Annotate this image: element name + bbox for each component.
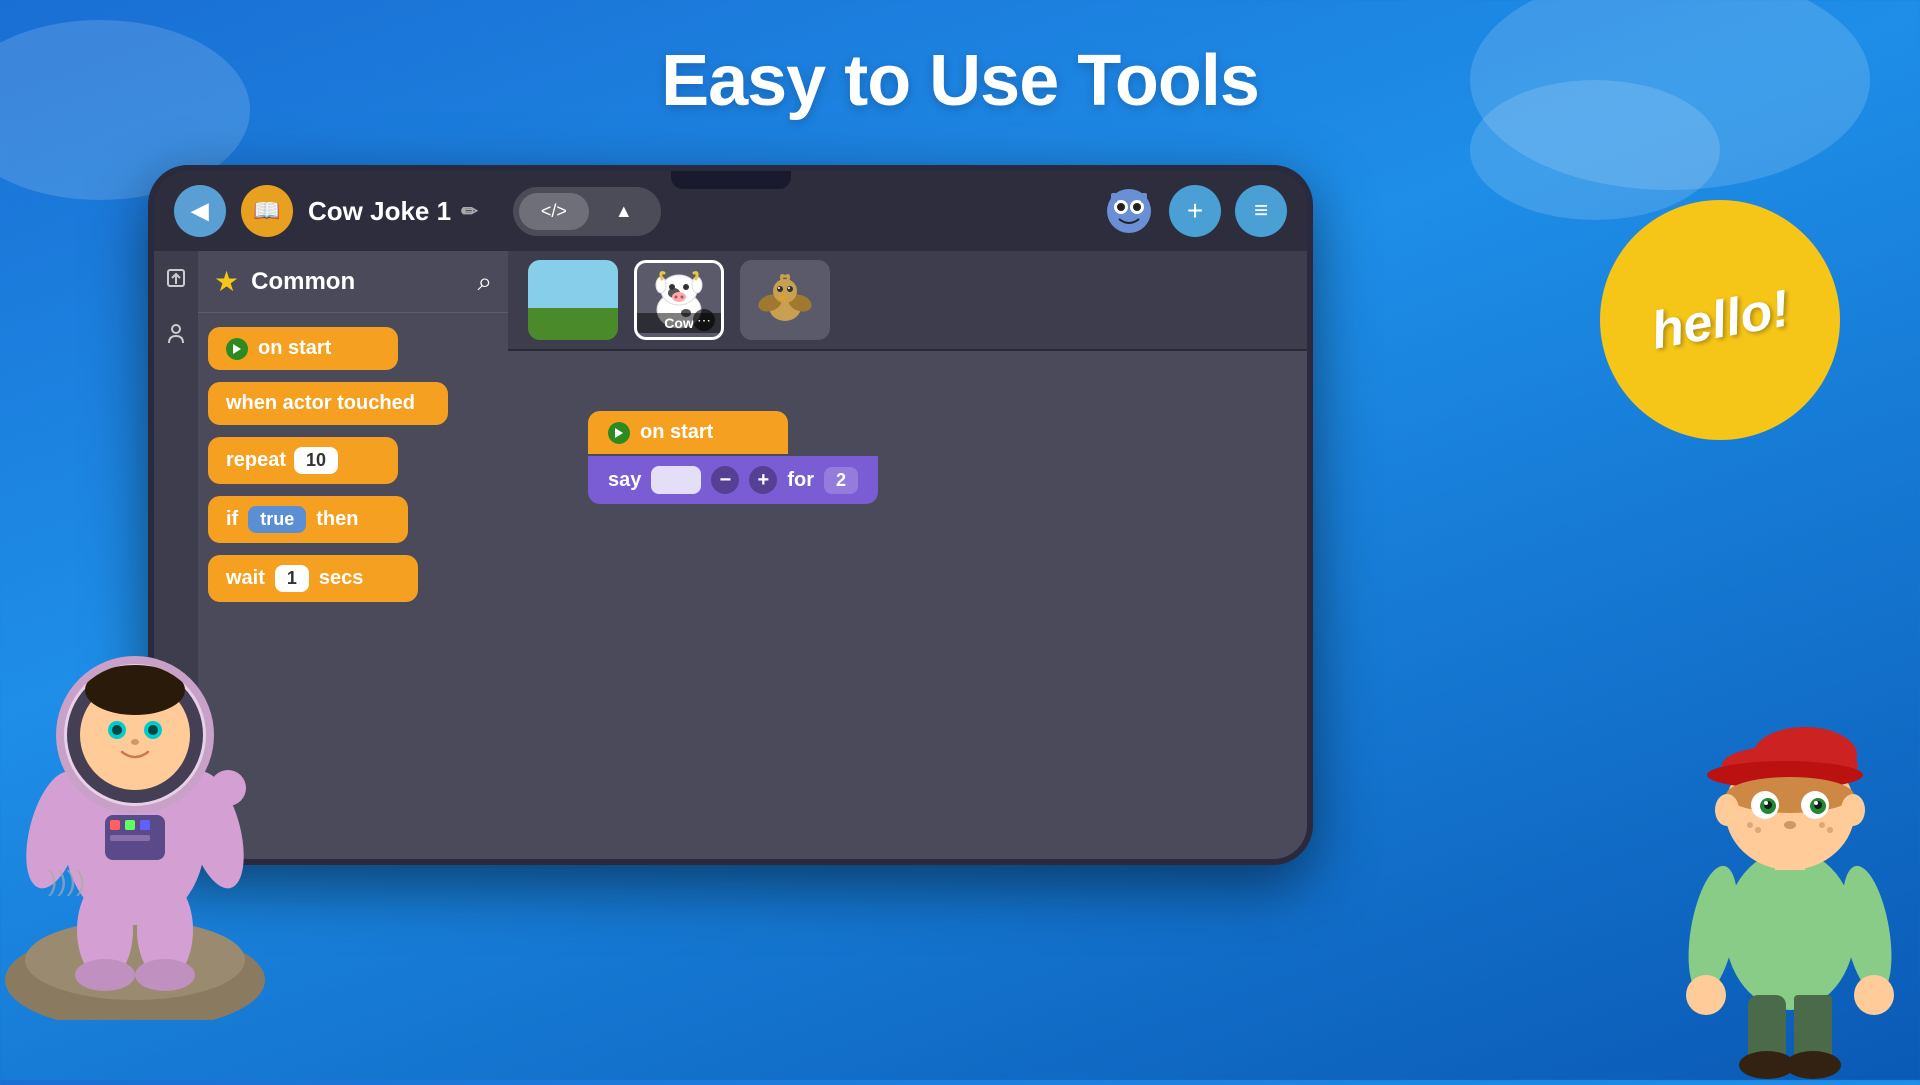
sprite-cow-menu[interactable]: ⋯: [693, 309, 715, 331]
monster-avatar: [1103, 185, 1155, 237]
share-icon: [165, 267, 187, 289]
plus-icon: +: [1187, 195, 1203, 227]
block-then-label: then: [316, 508, 358, 531]
bird-sprite-svg: [750, 265, 820, 335]
sprite-bird[interactable]: [740, 260, 830, 340]
book-button[interactable]: 📖: [241, 185, 293, 237]
block-when-touched-label: when actor touched: [226, 392, 415, 415]
book-icon: 📖: [253, 198, 280, 224]
canvas-block-group: on start say − + for 2: [588, 411, 878, 504]
menu-button[interactable]: ≡: [1235, 185, 1287, 237]
panel-title: Common: [251, 268, 355, 296]
back-button[interactable]: ◀: [174, 185, 226, 237]
block-repeat-value[interactable]: 10: [294, 447, 338, 474]
say-text-input[interactable]: [651, 466, 701, 494]
boy-svg: [1630, 620, 1920, 1080]
hello-speech-bubble: hello!: [1600, 200, 1840, 440]
menu-icon: ≡: [1254, 197, 1268, 225]
block-repeat[interactable]: repeat 10: [208, 437, 398, 484]
astronaut-svg: )))): [0, 520, 300, 1020]
block-secs-label: secs: [319, 567, 364, 590]
boy-character: [1630, 620, 1920, 1080]
monster-svg: [1103, 185, 1155, 237]
block-repeat-label: repeat: [226, 449, 286, 472]
back-icon: ◀: [192, 198, 209, 224]
sprite-bar: Cow ⋯: [508, 251, 1307, 351]
canvas-play-triangle: [614, 427, 624, 439]
project-title-container: Cow Joke 1 ✏: [308, 196, 478, 227]
scene-background: [528, 260, 618, 340]
sprite-scene[interactable]: [528, 260, 618, 340]
canvas-block-say[interactable]: say − + for 2: [588, 456, 878, 504]
add-button[interactable]: +: [1169, 185, 1221, 237]
block-on-start-label: on start: [258, 337, 331, 360]
edit-icon[interactable]: ✏: [461, 199, 478, 224]
sprite-cow[interactable]: Cow ⋯: [634, 260, 724, 340]
say-plus-button[interactable]: +: [749, 466, 777, 494]
canvas-on-start-label: on start: [640, 421, 713, 444]
scene-icon: ▲: [615, 201, 633, 221]
canvas-play-icon: [608, 422, 630, 444]
say-minus-button[interactable]: −: [711, 466, 739, 494]
play-icon: [226, 338, 248, 360]
canvas-say-label: say: [608, 469, 641, 492]
share-icon-item[interactable]: [159, 261, 193, 295]
code-canvas: on start say − + for 2: [508, 351, 1307, 859]
code-icon: </>: [541, 201, 567, 221]
hello-text: hello!: [1647, 278, 1794, 361]
code-view-button[interactable]: </>: [519, 193, 589, 230]
block-when-actor-touched[interactable]: when actor touched: [208, 382, 448, 425]
character-icon-item[interactable]: [159, 317, 193, 351]
canvas-block-on-start[interactable]: on start: [588, 411, 788, 454]
canvas-area: Cow ⋯: [508, 251, 1307, 859]
character-icon: [165, 323, 187, 345]
app-content: ◀ 📖 Cow Joke 1 ✏ </> ▲: [154, 171, 1307, 859]
say-for-value[interactable]: 2: [824, 467, 858, 494]
view-toggle: </> ▲: [513, 187, 661, 236]
play-triangle: [232, 343, 242, 355]
project-name: Cow Joke 1: [308, 196, 451, 227]
phone-notch: [671, 171, 791, 189]
search-button[interactable]: ⌕: [477, 266, 492, 298]
scene-view-button[interactable]: ▲: [593, 193, 655, 230]
main-area: ★ Common ⌕ on start: [154, 251, 1307, 859]
panel-header: ★ Common ⌕: [198, 251, 508, 313]
astronaut-character: )))): [0, 520, 300, 1020]
svg-text:)))): )))): [48, 865, 85, 896]
star-icon: ★: [214, 265, 239, 298]
phone-frame: ◀ 📖 Cow Joke 1 ✏ </> ▲: [148, 165, 1313, 865]
bg-cloud-3: [1470, 80, 1720, 220]
top-bar-right: + ≡: [1103, 185, 1287, 237]
block-on-start[interactable]: on start: [208, 327, 398, 370]
canvas-for-label: for: [787, 469, 814, 492]
